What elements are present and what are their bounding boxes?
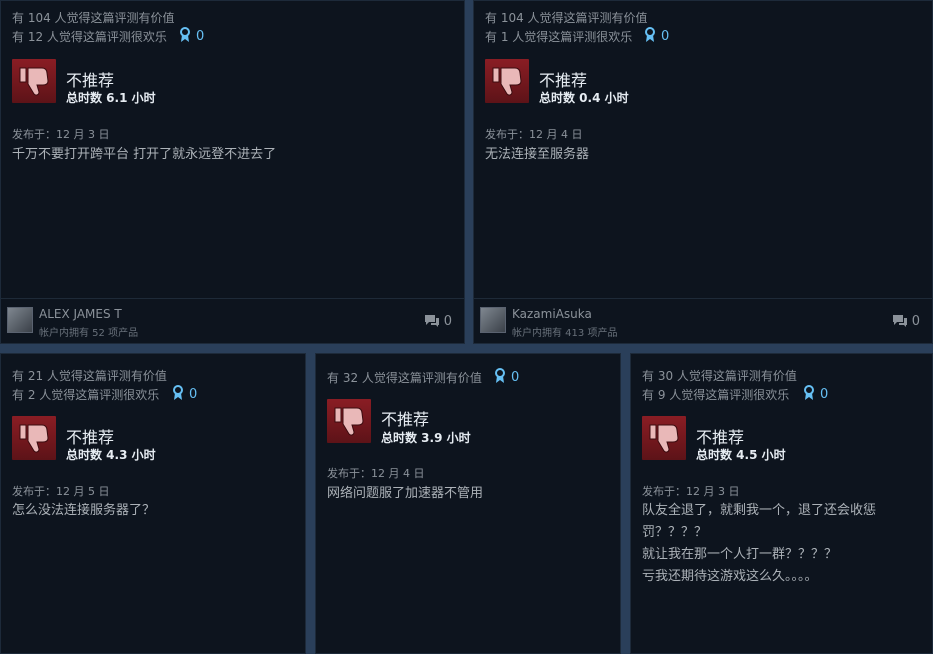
hours-played: 总时数 3.9 小时 [381, 431, 471, 445]
review-line: 罚？？？？ [642, 525, 708, 540]
comment-count: 0 [443, 314, 452, 329]
author-name[interactable]: ALEX JAMES T [39, 307, 122, 321]
review-card: 有 32 人觉得这篇评测有价值 0 不推荐 总时数 3.9 小时 发布于：12 … [315, 353, 621, 654]
hours-played: 总时数 6.1 小时 [66, 91, 156, 105]
comment-count: 0 [911, 314, 920, 329]
thumbs-down-icon [12, 59, 56, 103]
posted-date: 发布于：12 月 3 日 [642, 485, 740, 498]
review-line: 队友全退了，就剩我一个，退了还会收惩 [642, 503, 877, 518]
review-line: 无法连接至服务器 [485, 147, 590, 162]
hours-played: 总时数 0.4 小时 [539, 91, 629, 105]
helpful-count: 有 104 人觉得这篇评测有价值 [12, 11, 175, 25]
thumbs-down-icon [485, 59, 529, 103]
verdict-label: 不推荐 [66, 428, 115, 447]
review-text: 队友全退了，就剩我一个，退了还会收惩 罚？？？？ 就让我在那一个人打一群？？？？… [642, 500, 876, 588]
review-card: 有 104 人觉得这篇评测有价值 有 12 人觉得这篇评测很欢乐 0 不推荐 总… [0, 0, 465, 344]
award-ribbon-icon [173, 385, 183, 400]
review-text: 千万不要打开跨平台 打开了就永远登不进去了 [12, 144, 276, 166]
author-products: 帐户内拥有 52 项产品 [39, 328, 139, 339]
posted-date: 发布于：12 月 4 日 [485, 128, 583, 141]
award-button[interactable]: 0 [643, 27, 669, 44]
posted-date: 发布于：12 月 5 日 [12, 485, 110, 498]
comment-icon [892, 315, 907, 327]
verdict-label: 不推荐 [381, 410, 430, 429]
review-line: 网络问题服了加速器不管用 [327, 486, 484, 501]
comments-button[interactable]: 0 [424, 314, 452, 329]
review-line: 亏我还期待这游戏这么久。。。。 [642, 569, 818, 584]
award-ribbon-icon [180, 27, 190, 42]
thumbs-down-icon [12, 416, 56, 460]
posted-date: 发布于：12 月 4 日 [327, 467, 425, 480]
author-name[interactable]: KazamiAsuka [512, 307, 592, 321]
award-count: 0 [661, 29, 670, 44]
comment-icon [424, 315, 439, 327]
funny-count: 有 9 人觉得这篇评测很欢乐 [642, 388, 790, 402]
review-text: 怎么没法连接服务器了？ [12, 500, 155, 522]
posted-date: 发布于：12 月 3 日 [12, 128, 110, 141]
review-card: 有 104 人觉得这篇评测有价值 有 1 人觉得这篇评测很欢乐 0 不推荐 总时… [473, 0, 933, 344]
thumbs-down-icon [327, 399, 371, 443]
award-ribbon-icon [645, 27, 655, 42]
review-line: 就让我在那一个人打一群？？？？ [642, 547, 838, 562]
review-footer: KazamiAsuka 帐户内拥有 413 项产品 0 [474, 298, 932, 343]
helpful-count: 有 104 人觉得这篇评测有价值 [485, 11, 648, 25]
helpful-count: 有 30 人觉得这篇评测有价值 [642, 369, 797, 383]
review-text: 网络问题服了加速器不管用 [327, 483, 483, 505]
review-card: 有 21 人觉得这篇评测有价值 有 2 人觉得这篇评测很欢乐 0 不推荐 总时数… [0, 353, 306, 654]
comments-button[interactable]: 0 [892, 314, 920, 329]
verdict-label: 不推荐 [66, 71, 115, 90]
review-line: 千万不要打开跨平台 打开了就永远登不进去了 [12, 147, 277, 162]
award-button[interactable]: 0 [802, 385, 828, 402]
helpful-count: 有 21 人觉得这篇评测有价值 [12, 369, 167, 383]
award-ribbon-icon [495, 368, 505, 383]
funny-count: 有 12 人觉得这篇评测很欢乐 [12, 30, 167, 44]
award-button[interactable]: 0 [178, 27, 204, 44]
award-count: 0 [511, 370, 520, 385]
award-button[interactable]: 0 [171, 385, 197, 402]
hours-played: 总时数 4.5 小时 [696, 448, 786, 462]
funny-count: 有 2 人觉得这篇评测很欢乐 [12, 388, 160, 402]
author-products: 帐户内拥有 413 项产品 [512, 328, 618, 339]
review-text: 无法连接至服务器 [485, 144, 589, 166]
award-ribbon-icon [804, 385, 814, 400]
review-footer: ALEX JAMES T 帐户内拥有 52 项产品 0 [1, 298, 464, 343]
award-button[interactable]: 0 [493, 368, 519, 385]
helpful-count: 有 32 人觉得这篇评测有价值 [327, 371, 482, 385]
avatar[interactable] [7, 307, 33, 333]
award-count: 0 [196, 29, 205, 44]
hours-played: 总时数 4.3 小时 [66, 448, 156, 462]
award-count: 0 [189, 387, 198, 402]
verdict-label: 不推荐 [696, 428, 745, 447]
thumbs-down-icon [642, 416, 686, 460]
award-count: 0 [820, 387, 829, 402]
review-card: 有 30 人觉得这篇评测有价值 有 9 人觉得这篇评测很欢乐 0 不推荐 总时数… [630, 353, 933, 654]
funny-count: 有 1 人觉得这篇评测很欢乐 [485, 30, 633, 44]
verdict-label: 不推荐 [539, 71, 588, 90]
review-line: 怎么没法连接服务器了？ [12, 503, 156, 518]
avatar[interactable] [480, 307, 506, 333]
